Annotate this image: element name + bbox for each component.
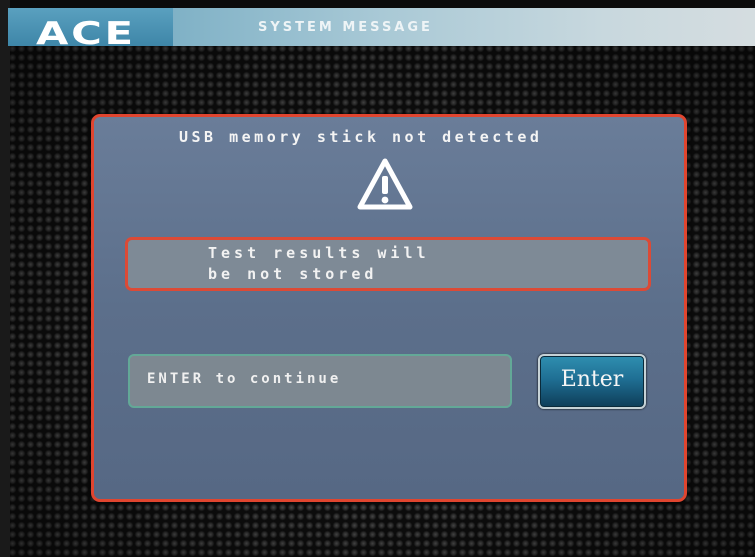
message-box: Test results will be not stored [125, 237, 651, 291]
enter-button-label: Enter [560, 367, 624, 392]
continue-prompt: ENTER to continue [128, 354, 512, 408]
device-screen: ACE SYSTEM MESSAGE USB memory stick not … [0, 0, 755, 557]
screen-bezel [0, 0, 10, 557]
header-title: SYSTEM MESSAGE [258, 20, 433, 35]
warning-triangle-icon [357, 158, 413, 210]
enter-button[interactable]: Enter [538, 354, 646, 409]
message-text: Test results will be not stored [208, 244, 430, 283]
logo-box: ACE [8, 8, 173, 51]
prompt-text: ENTER to continue [147, 371, 342, 387]
system-message-dialog: USB memory stick not detected Test resul… [91, 114, 687, 502]
ace-logo: ACE [36, 16, 136, 52]
dialog-title: USB memory stick not detected [179, 128, 543, 146]
